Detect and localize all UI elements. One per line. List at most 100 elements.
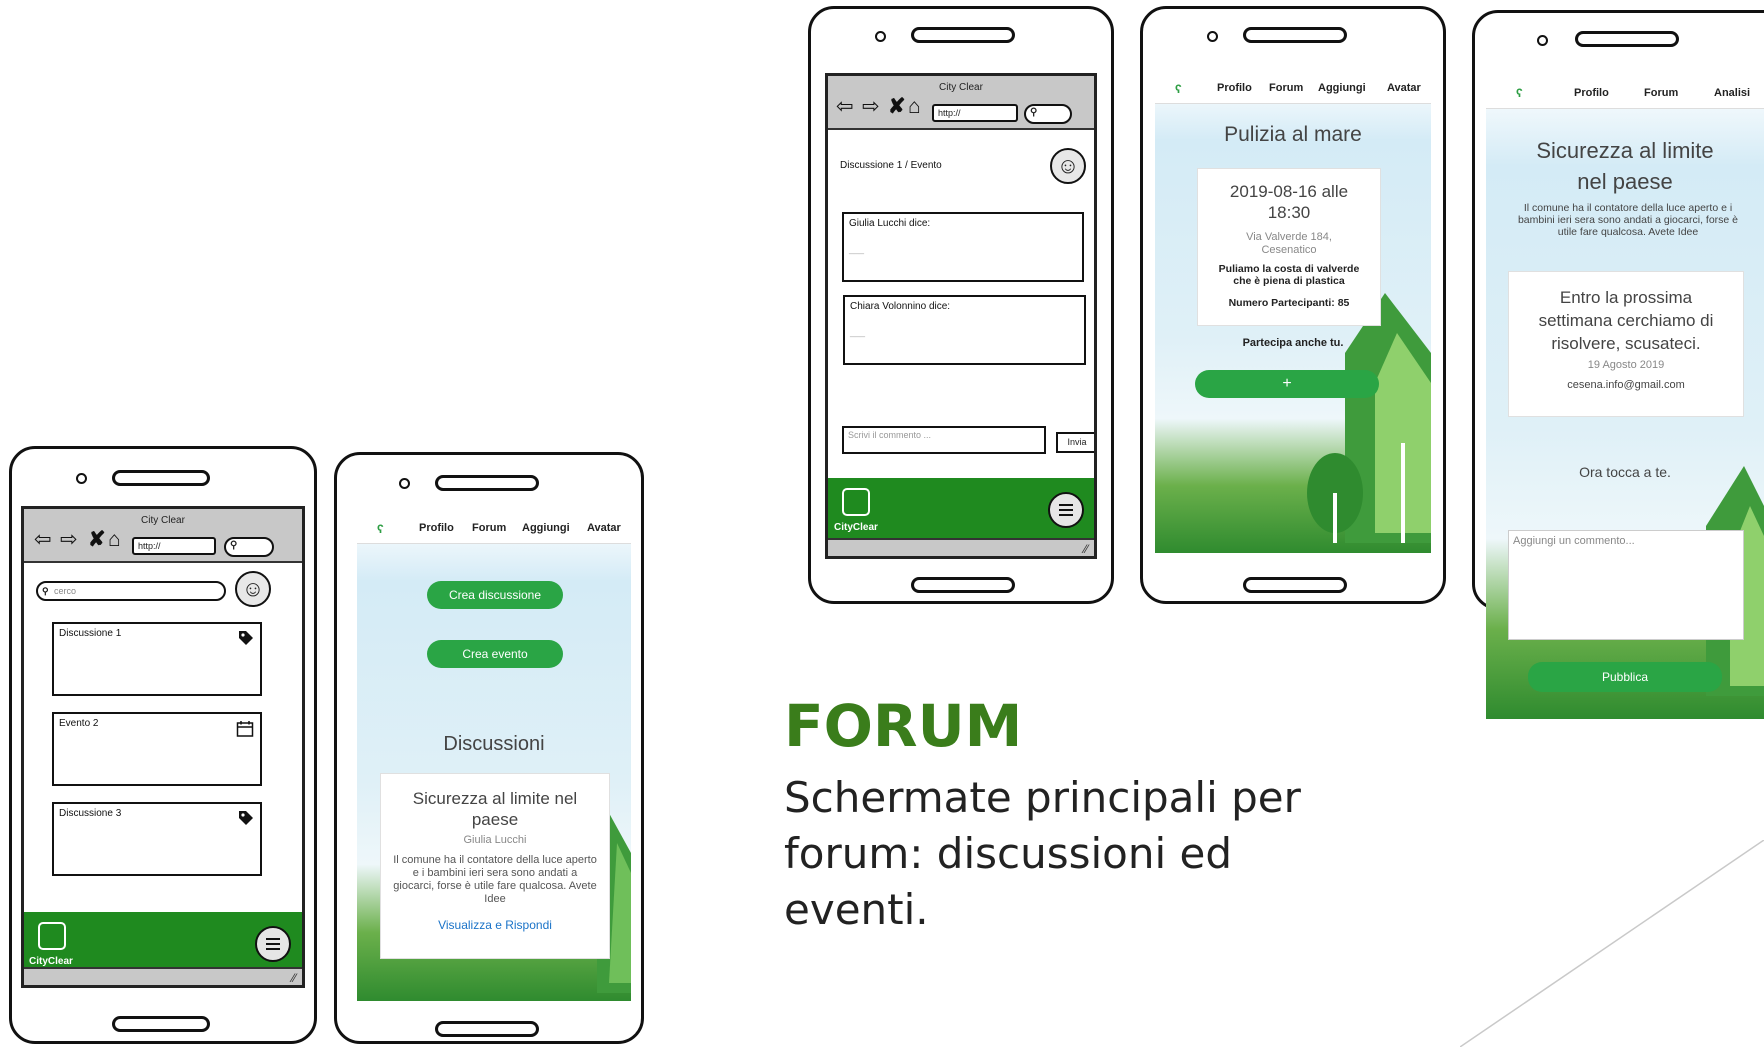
search-icon: ⚲ — [1030, 107, 1038, 118]
subtitle-line: eventi. — [784, 885, 929, 934]
resize-handle-icon: ⁄⁄ — [1083, 542, 1088, 556]
search-icon: ⚲ — [230, 540, 238, 551]
discussion-card[interactable]: Sicurezza al limite nel paese Giulia Luc… — [380, 773, 610, 959]
list-item-label: Discussione 1 — [59, 628, 122, 639]
forward-arrow-icon[interactable]: ⇨ — [862, 96, 880, 118]
calendar-icon — [236, 721, 254, 737]
screen-mockup-event: ʕ Profilo Forum Aggiungi Avatar Pulizia … — [1155, 73, 1431, 553]
tree-illustration — [1307, 293, 1431, 543]
nav-profilo[interactable]: Profilo — [1574, 87, 1609, 99]
list-item[interactable]: Discussione 1 — [52, 622, 262, 696]
close-icon[interactable]: ✘ — [88, 529, 106, 551]
url-field[interactable]: http:// — [932, 104, 1018, 122]
comment-author: Chiara Volonnino dice: — [850, 301, 951, 312]
address-line: Via Valverde 184, — [1246, 231, 1332, 243]
brand-logo-icon[interactable]: ʕ — [1516, 86, 1523, 100]
view-and-reply-link[interactable]: Visualizza e Rispondi — [393, 918, 597, 932]
browser-bar: City Clear ⇦ ⇨ ✘ ⌂ http:// ⚲ — [828, 76, 1094, 130]
description-line: Puliamo la costa di valverde — [1218, 263, 1360, 275]
browser-bar: City Clear ⇦ ⇨ ✘ ⌂ http:// ⚲ — [24, 509, 302, 563]
phone-mockup-list: ʕ Profilo Forum Aggiungi Avatar Crea dis… — [334, 452, 644, 1044]
reply-line: Entro la prossima — [1559, 288, 1693, 307]
nav-analisi[interactable]: Analisi — [1714, 87, 1750, 99]
nav-forum[interactable]: Forum — [1269, 82, 1303, 94]
speaker-slot — [1243, 27, 1347, 43]
card-author: Giulia Lucchi — [463, 834, 527, 846]
top-nav: ʕ Profilo Forum Analisi — [1486, 76, 1764, 109]
reply-email: cesena.info@gmail.com — [1567, 379, 1685, 391]
avatar-smiley-icon[interactable]: ☺ — [1050, 148, 1086, 184]
event-address: Via Valverde 184, Cesenatico — [1206, 231, 1372, 257]
card-body: Il comune ha il contatore della luce ape… — [393, 854, 597, 905]
subtitle-line: Schermate principali per — [784, 773, 1301, 822]
screen-mockup-detail: ʕ Profilo Forum Analisi Sicurezza al lim… — [1486, 76, 1764, 719]
list-item[interactable]: Discussione 3 — [52, 802, 262, 876]
publish-button[interactable]: Pubblica — [1528, 662, 1722, 692]
section-title: Discussioni — [443, 733, 545, 755]
forward-arrow-icon[interactable]: ⇨ — [60, 529, 78, 551]
list-item-label: Evento 2 — [59, 718, 99, 729]
nav-aggiungi[interactable]: Aggiungi — [522, 522, 570, 534]
nav-profilo[interactable]: Profilo — [419, 522, 454, 534]
home-icon[interactable]: ⌂ — [108, 529, 121, 551]
speaker-slot — [1575, 31, 1679, 47]
tag-icon — [239, 811, 253, 825]
nav-avatar[interactable]: Avatar — [1387, 82, 1421, 94]
participants-count: Numero Partecipanti: 85 — [1228, 297, 1350, 309]
nav-aggiungi[interactable]: Aggiungi — [1318, 82, 1366, 94]
search-input[interactable]: ⚲ cerco — [36, 581, 226, 601]
reply-line: risolvere, scusateci. — [1551, 334, 1701, 353]
nav-forum[interactable]: Forum — [472, 522, 506, 534]
browser-search-field[interactable]: ⚲ — [224, 537, 274, 557]
back-arrow-icon[interactable]: ⇦ — [34, 529, 52, 551]
home-slot — [911, 577, 1015, 593]
event-time: 18:30 — [1267, 203, 1311, 222]
description-line: che è piena di plastica — [1233, 275, 1345, 287]
brand-logo-icon[interactable]: ʕ — [1175, 82, 1182, 96]
speaker-slot — [112, 470, 210, 486]
create-discussion-button[interactable]: Crea discussione — [427, 581, 563, 609]
search-icon: ⚲ — [42, 586, 49, 596]
reply-line: settimana cerchiamo di — [1538, 311, 1714, 330]
brand-logo-icon[interactable]: ʕ — [377, 522, 384, 536]
send-button[interactable]: Invia — [1056, 432, 1094, 453]
camera-dot — [875, 31, 886, 42]
tag-icon — [239, 631, 253, 645]
discussion-description: Il comune ha il contatore della luce ape… — [1517, 202, 1739, 238]
event-description: Puliamo la costa di valverde che è piena … — [1206, 263, 1372, 287]
speaker-slot — [911, 27, 1015, 43]
phone-mockup-event: ʕ Profilo Forum Aggiungi Avatar Pulizia … — [1140, 6, 1446, 604]
app-title: City Clear — [939, 82, 983, 93]
url-field[interactable]: http:// — [132, 537, 216, 555]
reply-date: 19 Agosto 2019 — [1587, 359, 1665, 371]
avatar-smiley-icon[interactable]: ☺ — [235, 571, 271, 607]
comment-text: ___ — [850, 327, 866, 337]
nav-avatar[interactable]: Avatar — [587, 522, 621, 534]
menu-icon[interactable] — [1048, 492, 1084, 528]
search-placeholder: cerco — [54, 586, 77, 596]
camera-dot — [1207, 31, 1218, 42]
title-line: nel paese — [1577, 169, 1673, 194]
home-icon[interactable]: ⌂ — [908, 96, 921, 118]
menu-icon[interactable] — [255, 926, 291, 962]
home-slot — [112, 1016, 210, 1032]
comment-input[interactable]: Scrivi il commento ... — [842, 426, 1046, 454]
comment-box: Giulia Lucchi dice: ___ — [842, 212, 1084, 282]
bottom-bar: CityClear — [828, 478, 1094, 540]
event-title: Pulizia al mare — [1224, 123, 1362, 146]
browser-search-field[interactable]: ⚲ — [1024, 104, 1072, 124]
app-title: City Clear — [141, 515, 185, 526]
slide-heading: FORUM — [784, 692, 1023, 760]
create-event-button[interactable]: Crea evento — [427, 640, 563, 668]
list-item-label: Discussione 3 — [59, 808, 122, 819]
nav-forum[interactable]: Forum — [1644, 87, 1678, 99]
app-logo-icon — [842, 488, 870, 516]
join-plus-button[interactable]: + — [1195, 370, 1379, 398]
close-icon[interactable]: ✘ — [888, 96, 906, 118]
home-slot — [435, 1021, 539, 1037]
back-arrow-icon[interactable]: ⇦ — [836, 96, 854, 118]
list-item[interactable]: Evento 2 — [52, 712, 262, 786]
nav-profilo[interactable]: Profilo — [1217, 82, 1252, 94]
speaker-slot — [435, 475, 539, 491]
comment-textarea[interactable]: Aggiungi un commento... — [1508, 530, 1744, 640]
